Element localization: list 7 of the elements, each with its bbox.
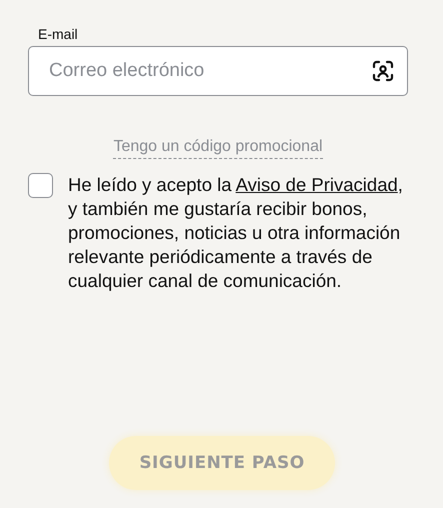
promo-code-link[interactable]: Tengo un código promocional [113, 138, 323, 159]
email-field[interactable]: Correo electrónico [28, 46, 408, 96]
consent-checkbox[interactable] [28, 173, 53, 198]
consent-text: He leído y acepto la Aviso de Privacidad, y también me gustaría recibir bonos, promociones, noticias u otra información relevante periódicamente a través de cualquier canal de comunicación. [68, 173, 404, 293]
user-scan-icon[interactable] [372, 60, 394, 82]
privacy-notice-link[interactable]: Aviso de Privacidad [236, 174, 398, 195]
field-label: E-mail [38, 26, 78, 42]
